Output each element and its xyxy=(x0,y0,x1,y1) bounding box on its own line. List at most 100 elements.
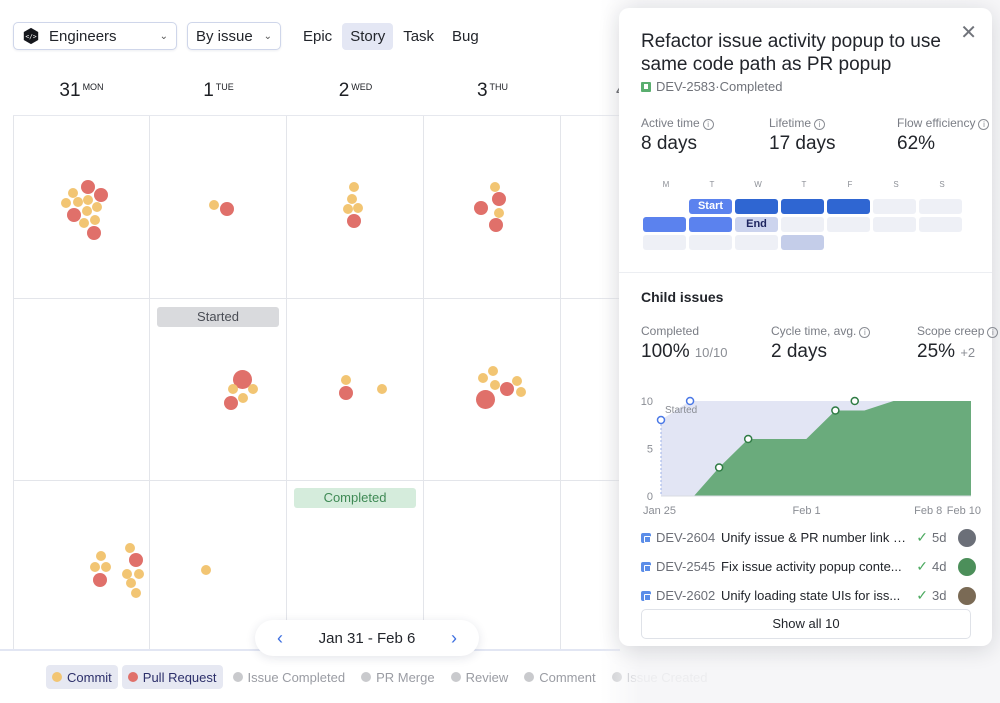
child-issue-row[interactable]: DEV-2604 Unify issue & PR number link s.… xyxy=(641,523,976,552)
commit-dot[interactable] xyxy=(209,200,219,210)
calendar-day xyxy=(689,235,732,250)
pull-request-dot[interactable] xyxy=(220,202,234,216)
commit-dot[interactable] xyxy=(61,198,71,208)
commit-dot[interactable] xyxy=(92,202,102,212)
scope-marker xyxy=(656,415,666,425)
pull-request-dot[interactable] xyxy=(347,214,361,228)
child-issues-burnup-chart: 0 5 10 Jan 25 Feb 1 Feb 8 Feb 10 Started xyxy=(641,396,981,517)
pull-request-dot[interactable] xyxy=(129,553,143,567)
pull-request-dot[interactable] xyxy=(87,226,101,240)
child-issue-row[interactable]: DEV-2602 Unify loading state UIs for iss… xyxy=(641,581,976,610)
commit-dot[interactable] xyxy=(377,384,387,394)
calendar-day xyxy=(919,217,962,232)
tab-task[interactable]: Task xyxy=(395,23,442,50)
commit-dot[interactable] xyxy=(248,384,258,394)
commit-dot[interactable] xyxy=(126,578,136,588)
pull-request-dot[interactable] xyxy=(81,180,95,194)
calendar-day xyxy=(735,199,778,214)
commit-dot[interactable] xyxy=(488,366,498,376)
day-column-header: 3 THU xyxy=(476,80,509,101)
commit-dot[interactable] xyxy=(238,393,248,403)
commit-dot[interactable] xyxy=(353,203,363,213)
tab-bug[interactable]: Bug xyxy=(444,23,487,50)
commit-dot[interactable] xyxy=(201,565,211,575)
tab-story[interactable]: Story xyxy=(342,22,394,50)
commit-dot[interactable] xyxy=(478,373,488,383)
calendar-week: Start xyxy=(643,199,965,214)
x-tick-label: Feb 1 xyxy=(793,505,821,517)
pull-request-dot[interactable] xyxy=(224,396,238,410)
tab-epic[interactable]: Epic xyxy=(295,23,340,50)
legend-pr-merge[interactable]: PR Merge xyxy=(355,665,441,689)
pull-request-dot[interactable] xyxy=(489,218,503,232)
calendar-day xyxy=(689,217,732,232)
commit-dot[interactable] xyxy=(131,588,141,598)
commit-dot[interactable] xyxy=(134,569,144,579)
chevron-left-icon[interactable]: ‹ xyxy=(277,628,283,649)
legend-commit[interactable]: Commit xyxy=(46,665,118,689)
show-all-button[interactable]: Show all 10 xyxy=(641,609,971,639)
completed-marker: Completed xyxy=(294,488,416,508)
commit-dot[interactable] xyxy=(90,215,100,225)
x-tick-label: Feb 10 xyxy=(947,505,981,517)
commit-dot[interactable] xyxy=(490,182,500,192)
commit-dot[interactable] xyxy=(341,375,351,385)
calendar-day xyxy=(827,199,870,214)
grid-line xyxy=(149,116,150,650)
commit-dot[interactable] xyxy=(512,376,522,386)
week-navigator: ‹ Jan 31 - Feb 6 › xyxy=(255,620,479,656)
commit-dot[interactable] xyxy=(79,218,89,228)
week-range-label: Jan 31 - Feb 6 xyxy=(318,629,416,647)
team-select[interactable]: </> Engineers ⌄ xyxy=(13,22,177,50)
commit-dot[interactable] xyxy=(349,182,359,192)
grid-line xyxy=(13,480,633,481)
pull-request-dot[interactable] xyxy=(94,188,108,202)
commit-dot[interactable] xyxy=(494,208,504,218)
calendar-day-end: End xyxy=(735,217,778,232)
legend-comment[interactable]: Comment xyxy=(518,665,601,689)
commit-dot[interactable] xyxy=(82,206,92,216)
info-icon[interactable]: i xyxy=(814,119,826,130)
grid-line xyxy=(286,116,287,650)
check-icon: ✓ xyxy=(916,587,928,603)
legend-pull-request[interactable]: Pull Request xyxy=(121,665,223,689)
issue-meta: DEV-2583 · Completed xyxy=(641,79,782,94)
grid-line xyxy=(560,116,561,650)
commit-dot[interactable] xyxy=(101,562,111,572)
pull-request-dot[interactable] xyxy=(500,382,514,396)
child-issue-row[interactable]: DEV-2545 Fix issue activity popup conte.… xyxy=(641,552,976,581)
legend-issue-completed[interactable]: Issue Completed xyxy=(227,665,352,689)
info-icon[interactable]: i xyxy=(978,119,990,130)
info-icon[interactable]: i xyxy=(859,327,871,338)
commit-dot[interactable] xyxy=(228,384,238,394)
group-select[interactable]: By issue ⌄ xyxy=(187,22,281,50)
pull-request-dot[interactable] xyxy=(93,573,107,587)
activity-calendar: M T W T F S S Start End xyxy=(643,180,965,253)
day-column-header: 2 WED xyxy=(338,80,373,101)
team-select-value: Engineers xyxy=(49,27,117,45)
commit-dot[interactable] xyxy=(90,562,100,572)
grid-line xyxy=(13,298,633,299)
calendar-day xyxy=(873,217,916,232)
pull-request-dot[interactable] xyxy=(474,201,488,215)
commit-dot[interactable] xyxy=(516,387,526,397)
legend-review[interactable]: Review xyxy=(445,665,515,689)
commit-dot[interactable] xyxy=(73,197,83,207)
stat-scope-creep: Scope creep i 25% +2 xyxy=(917,324,999,363)
info-icon[interactable]: i xyxy=(702,119,714,130)
pull-request-dot[interactable] xyxy=(339,386,353,400)
info-icon[interactable]: i xyxy=(987,327,999,338)
commit-dot[interactable] xyxy=(490,380,500,390)
close-icon[interactable]: ✕ xyxy=(960,20,977,45)
issue-key[interactable]: DEV-2583 xyxy=(656,79,715,94)
commit-dot[interactable] xyxy=(83,195,93,205)
svg-text:</>: </> xyxy=(25,34,37,41)
commit-dot[interactable] xyxy=(343,204,353,214)
issue-detail-panel: ✕ Refactor issue activity popup to use s… xyxy=(619,8,999,646)
chevron-right-icon[interactable]: › xyxy=(451,628,457,649)
commit-dot[interactable] xyxy=(125,543,135,553)
commit-dot[interactable] xyxy=(96,551,106,561)
pull-request-dot[interactable] xyxy=(492,192,506,206)
grid-line xyxy=(423,116,424,650)
pull-request-dot[interactable] xyxy=(476,390,495,409)
